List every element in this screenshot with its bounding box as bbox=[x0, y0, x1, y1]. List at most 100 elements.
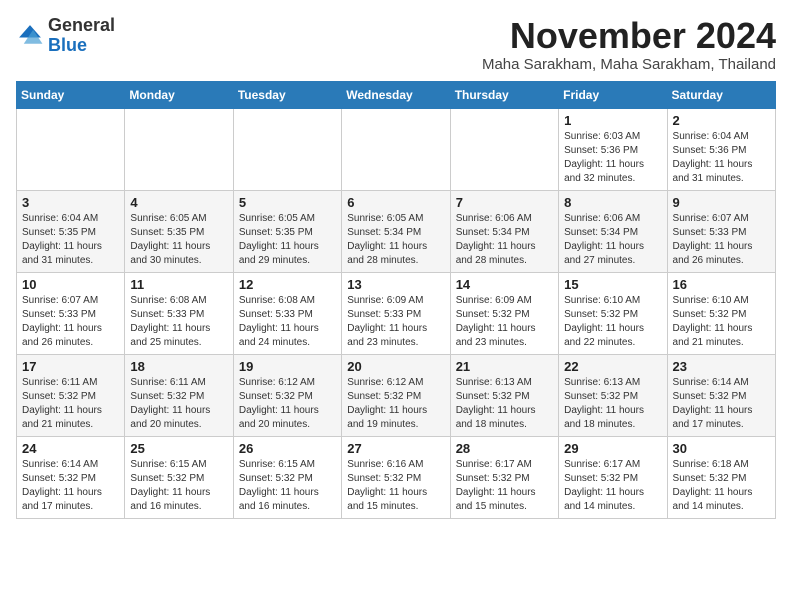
calendar-day-cell: 4Sunrise: 6:05 AM Sunset: 5:35 PM Daylig… bbox=[125, 190, 233, 272]
logo-icon bbox=[16, 22, 44, 50]
day-of-week-header: Sunday bbox=[17, 81, 125, 108]
day-info: Sunrise: 6:10 AM Sunset: 5:32 PM Dayligh… bbox=[564, 294, 661, 350]
day-info: Sunrise: 6:09 AM Sunset: 5:33 PM Dayligh… bbox=[347, 294, 444, 350]
day-info: Sunrise: 6:13 AM Sunset: 5:32 PM Dayligh… bbox=[564, 376, 661, 432]
calendar-day-cell: 8Sunrise: 6:06 AM Sunset: 5:34 PM Daylig… bbox=[559, 190, 667, 272]
day-info: Sunrise: 6:17 AM Sunset: 5:32 PM Dayligh… bbox=[456, 458, 553, 514]
day-number: 10 bbox=[22, 277, 119, 292]
day-number: 6 bbox=[347, 195, 444, 210]
day-info: Sunrise: 6:08 AM Sunset: 5:33 PM Dayligh… bbox=[239, 294, 336, 350]
calendar-day-cell: 15 Sunrise: 6:10 AM Sunset: 5:32 PM Dayli… bbox=[559, 272, 667, 354]
calendar-day-cell: 21 Sunrise: 6:13 AM Sunset: 5:32 PM Dayli… bbox=[450, 354, 558, 436]
day-info: Sunrise: 6:09 AM Sunset: 5:32 PM Dayligh… bbox=[456, 294, 553, 350]
calendar-day-cell bbox=[233, 108, 341, 190]
day-info: Sunrise: 6:12 AM Sunset: 5:32 PM Dayligh… bbox=[347, 376, 444, 432]
subtitle: Maha Sarakham, Maha Sarakham, Thailand bbox=[482, 56, 776, 73]
day-number: 25 bbox=[130, 441, 227, 456]
title-block: November 2024 Maha Sarakham, Maha Sarakh… bbox=[482, 16, 776, 73]
calendar-day-cell bbox=[342, 108, 450, 190]
calendar-day-cell: 14 Sunrise: 6:09 AM Sunset: 5:32 PM Dayli… bbox=[450, 272, 558, 354]
calendar-day-cell: 22 Sunrise: 6:13 AM Sunset: 5:32 PM Dayli… bbox=[559, 354, 667, 436]
day-number: 4 bbox=[130, 195, 227, 210]
calendar-day-cell: 13 Sunrise: 6:09 AM Sunset: 5:33 PM Dayli… bbox=[342, 272, 450, 354]
day-number: 7 bbox=[456, 195, 553, 210]
day-of-week-header: Friday bbox=[559, 81, 667, 108]
calendar-header-row: SundayMondayTuesdayWednesdayThursdayFrid… bbox=[17, 81, 776, 108]
day-info: Sunrise: 6:10 AM Sunset: 5:32 PM Dayligh… bbox=[673, 294, 770, 350]
day-info: Sunrise: 6:18 AM Sunset: 5:32 PM Dayligh… bbox=[673, 458, 770, 514]
day-number: 18 bbox=[130, 359, 227, 374]
day-info: Sunrise: 6:06 AM Sunset: 5:34 PM Dayligh… bbox=[456, 212, 553, 268]
day-number: 15 bbox=[564, 277, 661, 292]
day-info: Sunrise: 6:07 AM Sunset: 5:33 PM Dayligh… bbox=[22, 294, 119, 350]
day-of-week-header: Monday bbox=[125, 81, 233, 108]
day-number: 24 bbox=[22, 441, 119, 456]
calendar-day-cell bbox=[17, 108, 125, 190]
day-info: Sunrise: 6:05 AM Sunset: 5:35 PM Dayligh… bbox=[239, 212, 336, 268]
calendar-day-cell: 25 Sunrise: 6:15 AM Sunset: 5:32 PM Dayli… bbox=[125, 436, 233, 518]
calendar-day-cell: 11Sunrise: 6:08 AM Sunset: 5:33 PM Dayli… bbox=[125, 272, 233, 354]
calendar-day-cell: 9Sunrise: 6:07 AM Sunset: 5:33 PM Daylig… bbox=[667, 190, 775, 272]
calendar-week-row: 10 Sunrise: 6:07 AM Sunset: 5:33 PM Dayli… bbox=[17, 272, 776, 354]
page-header: General Blue November 2024 Maha Sarakham… bbox=[16, 16, 776, 73]
day-number: 20 bbox=[347, 359, 444, 374]
day-number: 8 bbox=[564, 195, 661, 210]
day-number: 29 bbox=[564, 441, 661, 456]
calendar-day-cell: 19 Sunrise: 6:12 AM Sunset: 5:32 PM Dayli… bbox=[233, 354, 341, 436]
calendar-day-cell bbox=[125, 108, 233, 190]
calendar-day-cell: 17 Sunrise: 6:11 AM Sunset: 5:32 PM Dayli… bbox=[17, 354, 125, 436]
calendar-day-cell: 3Sunrise: 6:04 AM Sunset: 5:35 PM Daylig… bbox=[17, 190, 125, 272]
day-number: 9 bbox=[673, 195, 770, 210]
day-info: Sunrise: 6:04 AM Sunset: 5:36 PM Dayligh… bbox=[673, 130, 770, 186]
calendar-week-row: 3Sunrise: 6:04 AM Sunset: 5:35 PM Daylig… bbox=[17, 190, 776, 272]
day-number: 23 bbox=[673, 359, 770, 374]
calendar-week-row: 1 Sunrise: 6:03 AM Sunset: 5:36 PM Daylig… bbox=[17, 108, 776, 190]
day-number: 13 bbox=[347, 277, 444, 292]
day-info: Sunrise: 6:14 AM Sunset: 5:32 PM Dayligh… bbox=[673, 376, 770, 432]
day-number: 14 bbox=[456, 277, 553, 292]
calendar-day-cell: 16 Sunrise: 6:10 AM Sunset: 5:32 PM Dayli… bbox=[667, 272, 775, 354]
calendar-day-cell: 24Sunrise: 6:14 AM Sunset: 5:32 PM Dayli… bbox=[17, 436, 125, 518]
calendar-day-cell: 10 Sunrise: 6:07 AM Sunset: 5:33 PM Dayli… bbox=[17, 272, 125, 354]
day-info: Sunrise: 6:08 AM Sunset: 5:33 PM Dayligh… bbox=[130, 294, 227, 350]
calendar-day-cell: 1 Sunrise: 6:03 AM Sunset: 5:36 PM Daylig… bbox=[559, 108, 667, 190]
day-number: 26 bbox=[239, 441, 336, 456]
day-number: 30 bbox=[673, 441, 770, 456]
day-info: Sunrise: 6:11 AM Sunset: 5:32 PM Dayligh… bbox=[22, 376, 119, 432]
day-info: Sunrise: 6:11 AM Sunset: 5:32 PM Dayligh… bbox=[130, 376, 227, 432]
day-number: 19 bbox=[239, 359, 336, 374]
day-info: Sunrise: 6:17 AM Sunset: 5:32 PM Dayligh… bbox=[564, 458, 661, 514]
day-number: 5 bbox=[239, 195, 336, 210]
month-title: November 2024 bbox=[482, 16, 776, 56]
calendar-day-cell: 2Sunrise: 6:04 AM Sunset: 5:36 PM Daylig… bbox=[667, 108, 775, 190]
day-number: 28 bbox=[456, 441, 553, 456]
calendar-day-cell: 5 Sunrise: 6:05 AM Sunset: 5:35 PM Daylig… bbox=[233, 190, 341, 272]
day-of-week-header: Wednesday bbox=[342, 81, 450, 108]
day-number: 16 bbox=[673, 277, 770, 292]
day-info: Sunrise: 6:15 AM Sunset: 5:32 PM Dayligh… bbox=[239, 458, 336, 514]
calendar-day-cell: 27 Sunrise: 6:16 AM Sunset: 5:32 PM Dayli… bbox=[342, 436, 450, 518]
day-of-week-header: Saturday bbox=[667, 81, 775, 108]
calendar-day-cell bbox=[450, 108, 558, 190]
logo: General Blue bbox=[16, 16, 115, 56]
day-number: 1 bbox=[564, 113, 661, 128]
calendar-day-cell: 29 Sunrise: 6:17 AM Sunset: 5:32 PM Dayli… bbox=[559, 436, 667, 518]
day-number: 12 bbox=[239, 277, 336, 292]
day-number: 22 bbox=[564, 359, 661, 374]
day-info: Sunrise: 6:12 AM Sunset: 5:32 PM Dayligh… bbox=[239, 376, 336, 432]
calendar-day-cell: 12 Sunrise: 6:08 AM Sunset: 5:33 PM Dayli… bbox=[233, 272, 341, 354]
day-info: Sunrise: 6:03 AM Sunset: 5:36 PM Dayligh… bbox=[564, 130, 661, 186]
day-number: 27 bbox=[347, 441, 444, 456]
calendar-day-cell: 26 Sunrise: 6:15 AM Sunset: 5:32 PM Dayli… bbox=[233, 436, 341, 518]
calendar-day-cell: 6 Sunrise: 6:05 AM Sunset: 5:34 PM Daylig… bbox=[342, 190, 450, 272]
day-number: 17 bbox=[22, 359, 119, 374]
day-of-week-header: Tuesday bbox=[233, 81, 341, 108]
day-info: Sunrise: 6:05 AM Sunset: 5:34 PM Dayligh… bbox=[347, 212, 444, 268]
day-info: Sunrise: 6:15 AM Sunset: 5:32 PM Dayligh… bbox=[130, 458, 227, 514]
day-info: Sunrise: 6:16 AM Sunset: 5:32 PM Dayligh… bbox=[347, 458, 444, 514]
day-info: Sunrise: 6:04 AM Sunset: 5:35 PM Dayligh… bbox=[22, 212, 119, 268]
calendar-day-cell: 28 Sunrise: 6:17 AM Sunset: 5:32 PM Dayli… bbox=[450, 436, 558, 518]
day-number: 21 bbox=[456, 359, 553, 374]
day-info: Sunrise: 6:13 AM Sunset: 5:32 PM Dayligh… bbox=[456, 376, 553, 432]
calendar-day-cell: 7 Sunrise: 6:06 AM Sunset: 5:34 PM Daylig… bbox=[450, 190, 558, 272]
